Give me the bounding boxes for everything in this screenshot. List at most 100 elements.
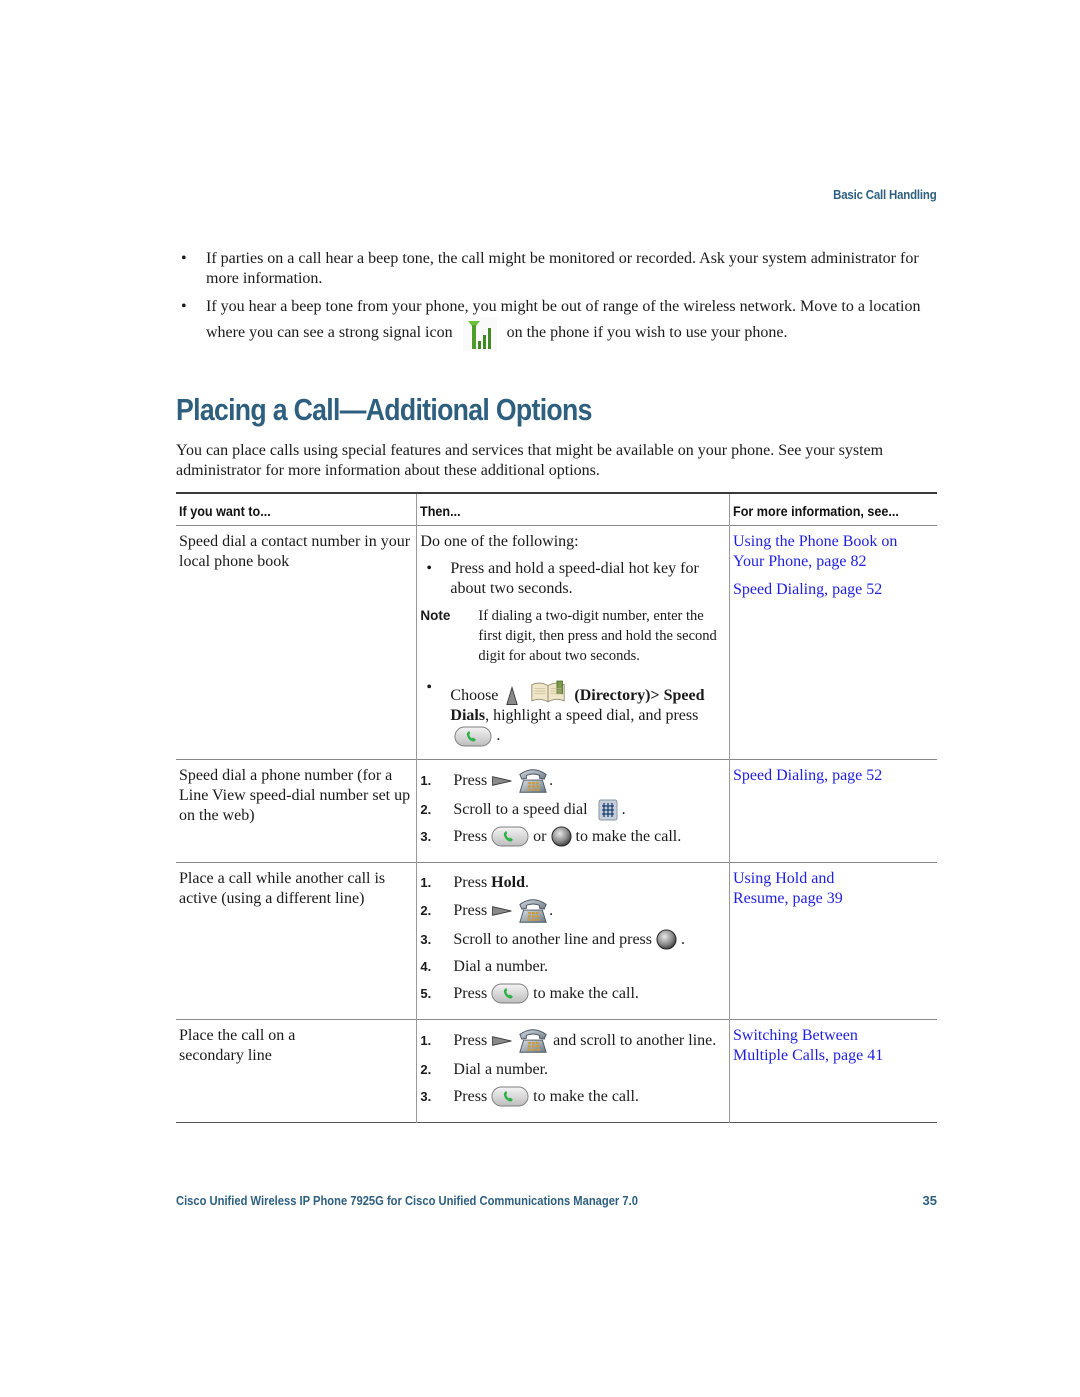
step-text: Press xyxy=(453,1087,488,1105)
cell-links: Using Hold and Resume, page 39 xyxy=(729,863,937,1020)
call-button-icon xyxy=(491,826,529,847)
bullet-dot: • xyxy=(181,250,187,267)
step-text: Dial a number. xyxy=(453,1060,549,1078)
cell-want: Speed dial a phone number (for a Line Vi… xyxy=(176,759,418,863)
bullet-text: If parties on a call hear a beep tone, t… xyxy=(206,250,919,287)
speed-dial-icon xyxy=(598,799,618,821)
step-number: 1. xyxy=(420,1033,432,1049)
directory-book-icon xyxy=(530,678,566,704)
column-header-info: For more information, see... xyxy=(732,503,899,519)
table-row: Place the call on a secondary line 1. Pr… xyxy=(176,1019,937,1123)
step-text: Press xyxy=(453,984,488,1002)
bullet-item: • If you hear a beep tone from your phon… xyxy=(176,297,936,351)
step-number: 1. xyxy=(420,874,432,890)
line-phone-icon xyxy=(517,766,549,796)
option-item: • Press and hold a speed-dial hot key fo… xyxy=(426,560,699,597)
line-phone-icon xyxy=(517,896,549,926)
cell-links: Switching Between Multiple Calls, page 4… xyxy=(729,1020,937,1123)
bullet-item: • If parties on a call hear a beep tone,… xyxy=(176,249,936,289)
step-text: Scroll to a speed dial xyxy=(453,800,588,818)
step-number: 3. xyxy=(420,1088,432,1104)
column-header-want: If you want to... xyxy=(176,493,418,526)
step-item: 4. Dial a number. xyxy=(420,953,725,980)
cell-want: Place a call while another call is activ… xyxy=(176,862,418,1020)
step-text: Press xyxy=(453,1032,488,1050)
cell-then: 1. Press and scroll to another line. 2. … xyxy=(416,1019,730,1123)
nav-up-icon xyxy=(506,686,518,706)
cell-links: Using the Phone Book on Your Phone, page… xyxy=(729,526,937,760)
nav-right-icon xyxy=(491,775,513,787)
signal-strength-icon xyxy=(463,317,497,351)
steps-list: 1. Press Hold. 2. Press . 3. Scroll to a… xyxy=(420,869,725,1007)
section-title: Placing a Call—Additional Options xyxy=(176,392,592,427)
line-phone-icon xyxy=(517,1026,549,1056)
bullet-dot: • xyxy=(181,298,187,315)
note-block: Note If dialing a two-digit number, ente… xyxy=(420,606,725,666)
page-footer: Cisco Unified Wireless IP Phone 7925G fo… xyxy=(176,1193,937,1208)
step-number: 3. xyxy=(420,828,432,844)
step-number: 1. xyxy=(420,773,432,789)
cell-want: Speed dial a contact number in your loca… xyxy=(176,525,418,760)
step-item: 1. Press and scroll to another line. xyxy=(420,1026,725,1056)
softkey-label: Hold xyxy=(491,873,525,891)
nav-right-icon xyxy=(491,1035,513,1047)
note-text: If dialing a two-digit number, enter the… xyxy=(478,608,717,664)
option-text: Choose xyxy=(450,687,499,704)
column-header-then: Then... xyxy=(416,493,730,526)
cell-then: 1. Press . 2. Scroll to a speed dial . 3… xyxy=(416,759,730,863)
step-text: Dial a number. xyxy=(453,957,549,975)
step-number: 2. xyxy=(420,903,432,919)
step-item: 2. Dial a number. xyxy=(420,1056,725,1083)
link-speed-dialing[interactable]: Speed Dialing, page 52 xyxy=(733,580,933,600)
nav-right-icon xyxy=(491,905,513,917)
steps-list: 1. Press . 2. Scroll to a speed dial . 3… xyxy=(420,766,725,850)
section-intro: You can place calls using special featur… xyxy=(176,442,884,479)
bullet-text: on the phone if you wish to use your pho… xyxy=(506,324,788,341)
cell-links: Speed Dialing, page 52 xyxy=(729,760,937,863)
table-row: Place a call while another call is activ… xyxy=(176,862,937,1020)
call-button-icon xyxy=(491,983,529,1004)
step-item: 3. Scroll to another line and press . xyxy=(420,926,725,953)
step-number: 4. xyxy=(420,958,432,974)
step-item: 1. Press Hold. xyxy=(420,873,529,891)
steps-list: 1. Press and scroll to another line. 2. … xyxy=(420,1026,725,1110)
step-text: Press xyxy=(453,873,488,891)
step-item: 2. Scroll to a speed dial . xyxy=(420,796,725,823)
footer-title: Cisco Unified Wireless IP Phone 7925G fo… xyxy=(176,1193,638,1208)
step-text: Scroll to another line and press xyxy=(453,930,653,948)
instruction-lead: Do one of the following: xyxy=(420,533,579,550)
table-header-row: If you want to... Then... For more infor… xyxy=(176,493,937,526)
option-text: , highlight a speed dial, and press xyxy=(485,707,699,725)
step-text: Press xyxy=(453,772,488,790)
options-table: If you want to... Then... For more infor… xyxy=(176,492,937,1123)
link-hold-resume[interactable]: Using Hold and Resume, page 39 xyxy=(733,869,873,909)
cell-then: Do one of the following: • Press and hol… xyxy=(416,525,730,760)
call-button-icon xyxy=(491,1086,529,1107)
cell-want: Place the call on a secondary line xyxy=(176,1019,418,1123)
select-button-icon xyxy=(656,929,677,950)
step-item: 1. Press . xyxy=(420,766,725,796)
step-number: 2. xyxy=(420,801,432,817)
link-speed-dialing[interactable]: Speed Dialing, page 52 xyxy=(733,766,933,786)
link-phone-book[interactable]: Using the Phone Book on Your Phone, page… xyxy=(733,532,903,572)
select-button-icon xyxy=(551,826,572,847)
option-item: • Choose (Directory)> Speed Dials, highl… xyxy=(420,678,725,747)
step-text: Press xyxy=(453,902,488,920)
step-number: 2. xyxy=(420,1061,432,1077)
step-item: 5. Press to make the call. xyxy=(420,980,725,1007)
step-text: Press xyxy=(453,827,488,845)
notes-list: • If parties on a call hear a beep tone,… xyxy=(176,249,936,359)
step-number: 3. xyxy=(420,931,432,947)
running-header: Basic Call Handling xyxy=(833,187,938,202)
cell-then: 1. Press Hold. 2. Press . 3. Scroll to a… xyxy=(416,862,730,1020)
step-item: 3. Press or to make the call. xyxy=(420,823,725,850)
call-button-icon xyxy=(454,726,492,747)
step-item: 2. Press . xyxy=(420,896,725,926)
page-number: 35 xyxy=(922,1193,937,1208)
table-row: Speed dial a phone number (for a Line Vi… xyxy=(176,759,937,863)
step-number: 5. xyxy=(420,985,432,1001)
table-row: Speed dial a contact number in your loca… xyxy=(176,525,937,760)
note-label: Note xyxy=(420,608,451,623)
link-switching-calls[interactable]: Switching Between Multiple Calls, page 4… xyxy=(733,1026,913,1066)
option-text: Press and hold a speed-dial hot key for … xyxy=(450,560,699,597)
